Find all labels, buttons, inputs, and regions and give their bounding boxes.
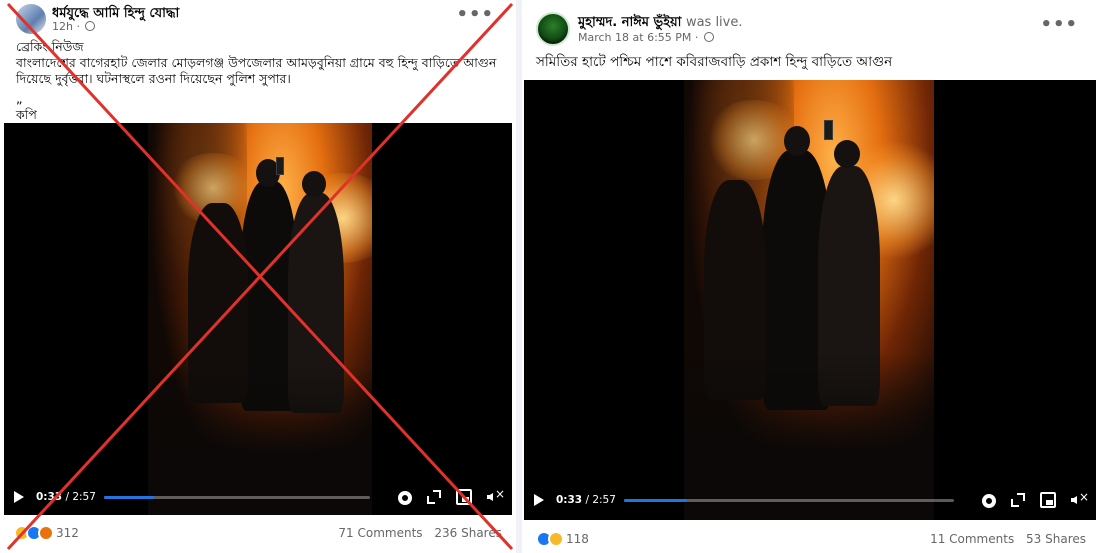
video-scene	[784, 126, 810, 156]
comments-count[interactable]: 11 Comments	[930, 532, 1014, 546]
reaction-count[interactable]: 118	[566, 532, 589, 546]
shares-count[interactable]: 236 Shares	[434, 526, 502, 540]
post-stats: 71 Comments 236 Shares	[330, 526, 502, 540]
comments-count[interactable]: 71 Comments	[338, 526, 422, 540]
post-text: ব্রেকিং নিউজ বাংলাদেশের বাগেরহাট জেলার ম…	[16, 39, 506, 123]
post-text: সমিতির হাটে পশ্চিম পাশে কবিরাজবাড়ি প্রক…	[536, 54, 893, 70]
left-post: ধর্মযুদ্ধে আমি হিন্দু যোদ্ধা 12h · ••• ব…	[0, 0, 516, 553]
video-progress-fill	[623, 498, 687, 502]
text-line: „	[16, 91, 23, 106]
globe-icon	[85, 21, 96, 31]
play-icon[interactable]	[534, 494, 544, 506]
reactions[interactable]: 312	[14, 525, 79, 541]
text-line: বাংলাদেশের বাগেরহাট জেলার মোড়লগঞ্জ উপজে…	[16, 55, 497, 70]
settings-gear-icon[interactable]	[398, 490, 412, 505]
mute-icon[interactable]	[1070, 490, 1089, 508]
sad-reaction-icon	[548, 531, 564, 547]
duration: 2:57	[592, 494, 616, 506]
time-label[interactable]: 12h	[52, 20, 73, 33]
settings-gear-icon[interactable]	[982, 493, 996, 508]
video-progress-bar[interactable]	[103, 495, 370, 499]
fullscreen-icon[interactable]	[1010, 492, 1026, 508]
video-frame[interactable]	[148, 123, 372, 515]
time-label[interactable]: March 18 at 6:55 PM	[578, 31, 691, 44]
video-scene	[824, 120, 833, 140]
video-scene	[276, 157, 284, 175]
video-controls: 0:33 / 2:57	[524, 480, 1096, 520]
angry-reaction-icon	[38, 525, 54, 541]
video-time: 0:33 / 2:57	[556, 494, 616, 506]
shares-count[interactable]: 53 Shares	[1026, 532, 1086, 546]
video-player[interactable]: 0:33 / 2:57	[4, 123, 512, 515]
video-progress-bar[interactable]	[623, 498, 954, 502]
picture-in-picture-icon[interactable]	[456, 489, 472, 505]
more-options-button[interactable]: •••	[1040, 14, 1078, 35]
video-scene	[834, 140, 860, 168]
post-time[interactable]: 12h ·	[52, 20, 96, 33]
duration: 2:57	[72, 491, 96, 503]
more-options-button[interactable]: •••	[456, 4, 494, 25]
video-time: 0:33 / 2:57	[36, 491, 96, 503]
globe-icon	[703, 32, 714, 42]
current-time: 0:33	[36, 491, 63, 503]
text-line: দিয়েছে দুর্বৃত্তরা। ঘটনাস্থলে রওনা দিয়…	[16, 71, 291, 86]
video-player[interactable]: 0:33 / 2:57	[524, 80, 1096, 520]
video-frame[interactable]	[684, 80, 934, 520]
video-scene	[302, 171, 326, 197]
video-controls: 0:33 / 2:57	[4, 479, 512, 515]
video-progress-fill	[103, 495, 155, 499]
reaction-count[interactable]: 312	[56, 526, 79, 540]
current-time: 0:33	[556, 494, 583, 506]
text-line: ব্রেকিং নিউজ	[16, 39, 84, 54]
right-post: মুহাম্মদ. নাঈম ভুঁইয়া was live. March 1…	[522, 0, 1100, 553]
post-footer: 118 11 Comments 53 Shares	[522, 524, 1100, 553]
post-footer: 312 71 Comments 236 Shares	[0, 518, 516, 548]
author-avatar[interactable]	[536, 12, 570, 46]
post-time[interactable]: March 18 at 6:55 PM ·	[578, 31, 714, 44]
reactions[interactable]: 118	[536, 531, 589, 547]
play-icon[interactable]	[14, 491, 24, 503]
author-avatar[interactable]	[16, 4, 46, 34]
picture-in-picture-icon[interactable]	[1040, 492, 1056, 508]
fullscreen-icon[interactable]	[426, 489, 442, 505]
text-line: কপি	[16, 107, 37, 122]
mute-icon[interactable]	[486, 487, 505, 505]
author-suffix: was live.	[685, 15, 743, 30]
post-stats: 11 Comments 53 Shares	[922, 532, 1086, 546]
author-name-text[interactable]: মুহাম্মদ. নাঈম ভুঁইয়া	[578, 15, 681, 30]
